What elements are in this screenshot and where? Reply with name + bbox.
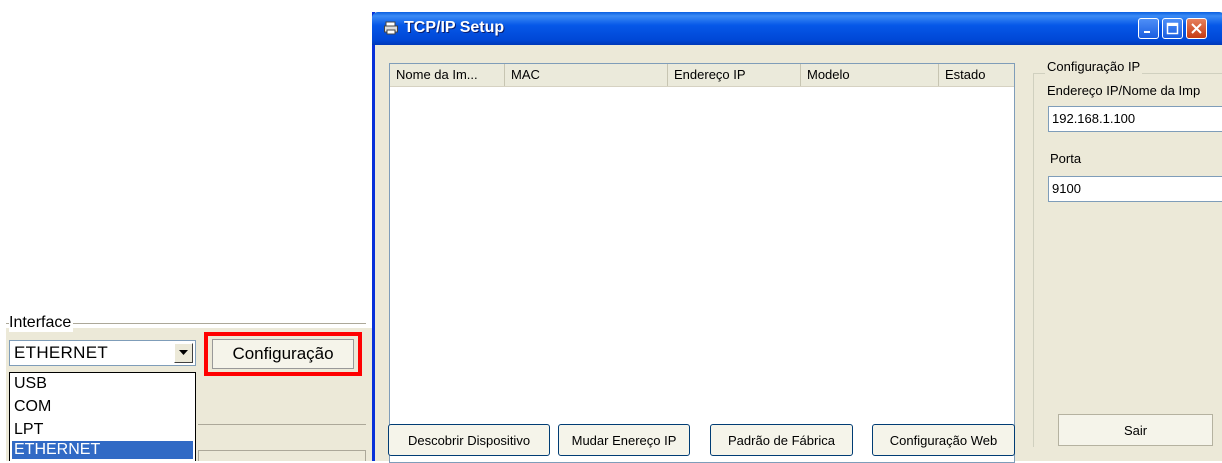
- column-header-ip[interactable]: Endereço IP: [668, 64, 801, 86]
- minimize-button[interactable]: [1138, 18, 1159, 39]
- column-header-mac[interactable]: MAC: [505, 64, 668, 86]
- dropdown-option-usb[interactable]: USB: [12, 375, 193, 393]
- column-header-model[interactable]: Modelo: [801, 64, 939, 86]
- maximize-button[interactable]: [1162, 18, 1183, 39]
- interface-label: Interface: [9, 314, 74, 332]
- panel-divider: [198, 424, 366, 425]
- window-title: TCP/IP Setup: [404, 19, 505, 36]
- column-header-name[interactable]: Nome da Im...: [390, 64, 505, 86]
- dropdown-option-com[interactable]: COM: [12, 398, 193, 416]
- chevron-down-icon: [179, 350, 188, 355]
- dropdown-option-lpt[interactable]: LPT: [12, 421, 193, 439]
- maximize-icon: [1166, 22, 1179, 35]
- ip-config-group-border-left: [1033, 73, 1034, 447]
- printer-icon: [384, 21, 398, 35]
- ip-address-field[interactable]: 192.168.1.100: [1048, 106, 1222, 132]
- interface-select[interactable]: ETHERNET: [9, 340, 196, 366]
- web-config-button[interactable]: Configuração Web: [872, 424, 1015, 456]
- ip-config-group-title: Configuração IP: [1045, 59, 1143, 74]
- discover-device-button[interactable]: Descobrir Dispositivo: [388, 424, 550, 456]
- panel-frame: [198, 450, 366, 461]
- column-header-status[interactable]: Estado: [939, 64, 1014, 86]
- exit-button[interactable]: Sair: [1058, 414, 1213, 446]
- ip-address-label: Endereço IP/Nome da Imp: [1047, 83, 1201, 98]
- configuracao-button[interactable]: Configuração: [212, 339, 354, 369]
- change-ip-button[interactable]: Mudar Enereço IP: [558, 424, 690, 456]
- device-list[interactable]: Nome da Im... MAC Endereço IP Modelo Est…: [389, 63, 1015, 463]
- device-list-header: Nome da Im... MAC Endereço IP Modelo Est…: [390, 64, 1014, 87]
- interface-select-value: ETHERNET: [14, 343, 109, 362]
- tcpip-setup-window: TCP/IP Setup Nome da Im... MAC Endereço …: [372, 12, 1222, 463]
- title-bar[interactable]: TCP/IP Setup: [372, 12, 1222, 45]
- minimize-icon: [1144, 31, 1150, 33]
- close-button[interactable]: [1186, 18, 1207, 39]
- factory-default-button[interactable]: Padrão de Fábrica: [710, 424, 853, 456]
- dropdown-arrow-button[interactable]: [174, 343, 193, 363]
- port-label: Porta: [1050, 151, 1082, 166]
- interface-panel: Interface ETHERNET Configuração USB COM …: [0, 0, 372, 461]
- dropdown-option-ethernet[interactable]: ETHERNET: [12, 441, 193, 459]
- interface-dropdown-list: USB COM LPT ETHERNET: [9, 372, 196, 461]
- close-icon: [1191, 23, 1202, 34]
- port-field[interactable]: 9100: [1048, 176, 1222, 202]
